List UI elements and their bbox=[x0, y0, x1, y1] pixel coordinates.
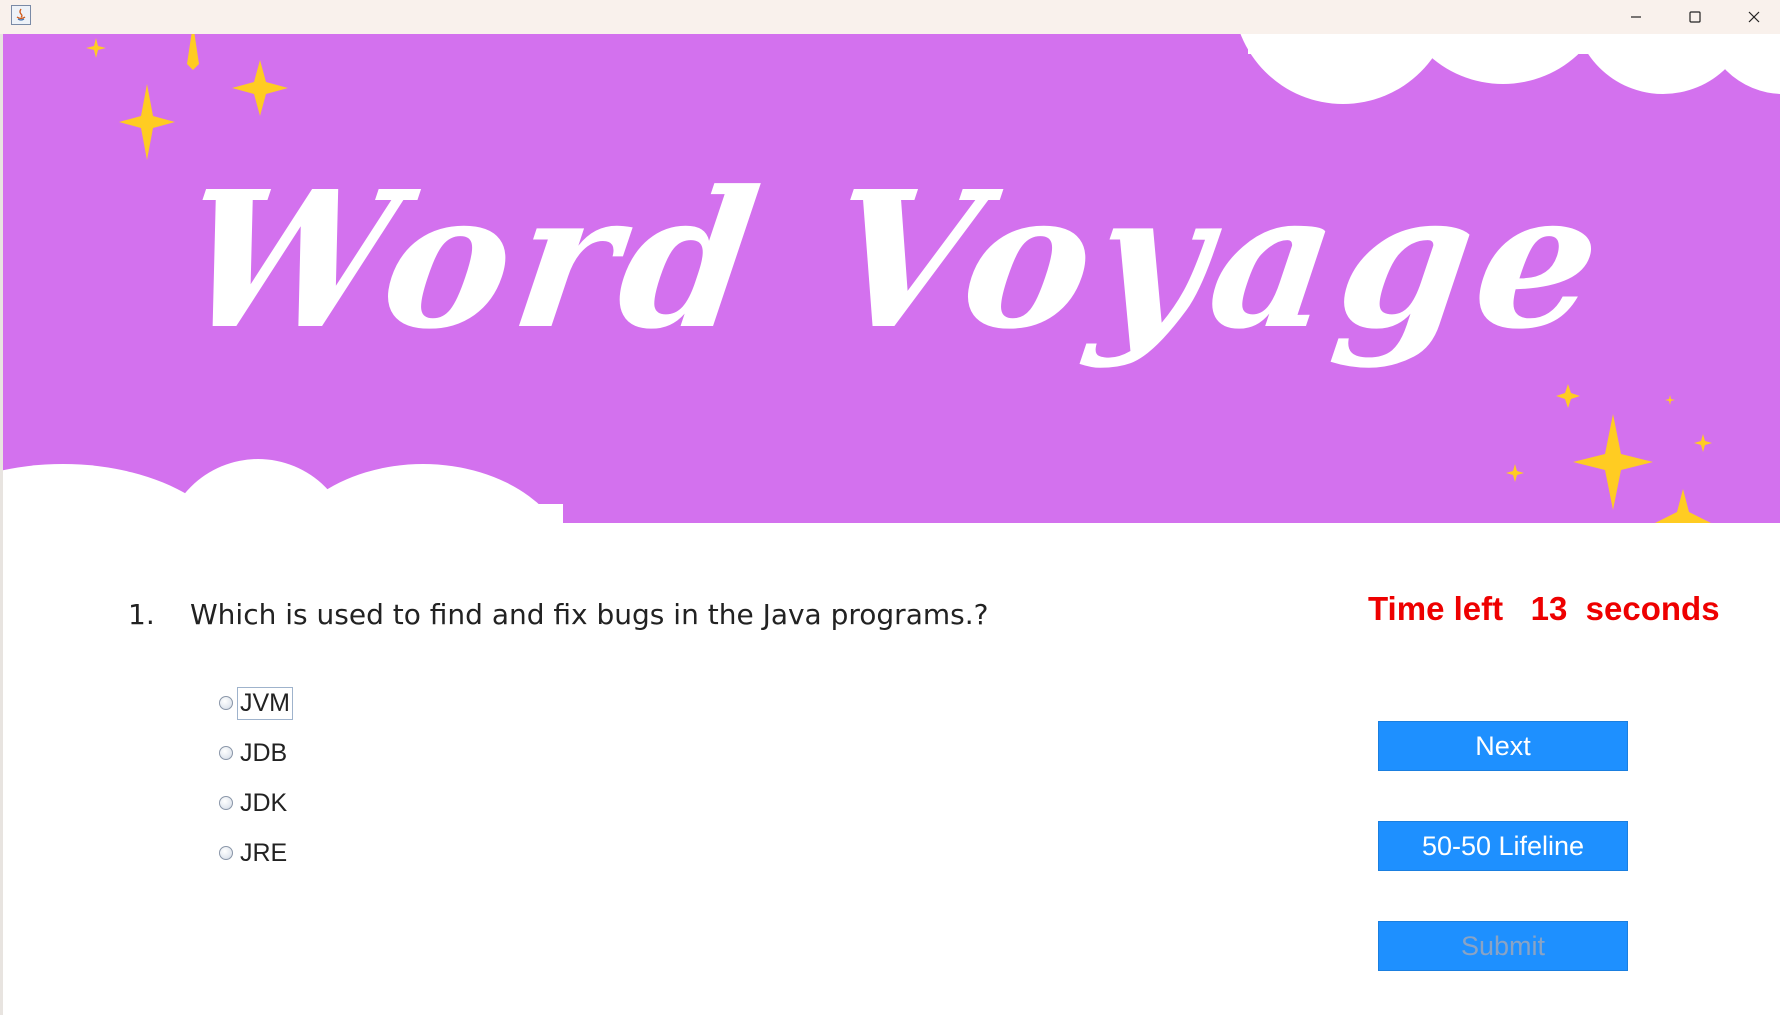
timer-unit: seconds bbox=[1585, 590, 1720, 627]
option-label[interactable]: JDB bbox=[237, 737, 290, 770]
option-label[interactable]: JDK bbox=[237, 787, 290, 820]
option-label[interactable]: JRE bbox=[237, 837, 290, 870]
next-button[interactable]: Next bbox=[1378, 721, 1628, 771]
radio-button[interactable] bbox=[219, 696, 233, 710]
minimize-icon bbox=[1631, 16, 1641, 18]
submit-button[interactable]: Submit bbox=[1378, 921, 1628, 971]
timer-label: Time left bbox=[1368, 590, 1504, 627]
banner-title: Word Voyage bbox=[168, 150, 1620, 371]
maximize-icon bbox=[1689, 11, 1701, 23]
radio-button[interactable] bbox=[219, 846, 233, 860]
question-number: 1. bbox=[128, 598, 155, 631]
question-text: Which is used to find and fix bugs in th… bbox=[190, 598, 989, 631]
option-jdb[interactable]: JDB bbox=[219, 736, 290, 770]
option-jvm[interactable]: JVM bbox=[219, 686, 293, 720]
close-button[interactable] bbox=[1725, 0, 1780, 34]
maximize-button[interactable] bbox=[1666, 0, 1724, 34]
option-jre[interactable]: JRE bbox=[219, 836, 290, 870]
banner: Word Voyage bbox=[3, 34, 1780, 523]
lifeline-button[interactable]: 50-50 Lifeline bbox=[1378, 821, 1628, 871]
option-label[interactable]: JVM bbox=[237, 686, 293, 720]
radio-button[interactable] bbox=[219, 746, 233, 760]
option-jdk[interactable]: JDK bbox=[219, 786, 290, 820]
app-window: Word Voyage 1. Which is used to find and… bbox=[0, 0, 1780, 1015]
java-app-icon[interactable] bbox=[11, 5, 31, 25]
radio-button[interactable] bbox=[219, 796, 233, 810]
minimize-button[interactable] bbox=[1607, 0, 1665, 34]
timer-value: 13 bbox=[1530, 590, 1568, 627]
timer-display: Time left 13 seconds bbox=[1368, 590, 1720, 628]
title-bar bbox=[0, 0, 1780, 34]
close-icon bbox=[1748, 11, 1760, 23]
